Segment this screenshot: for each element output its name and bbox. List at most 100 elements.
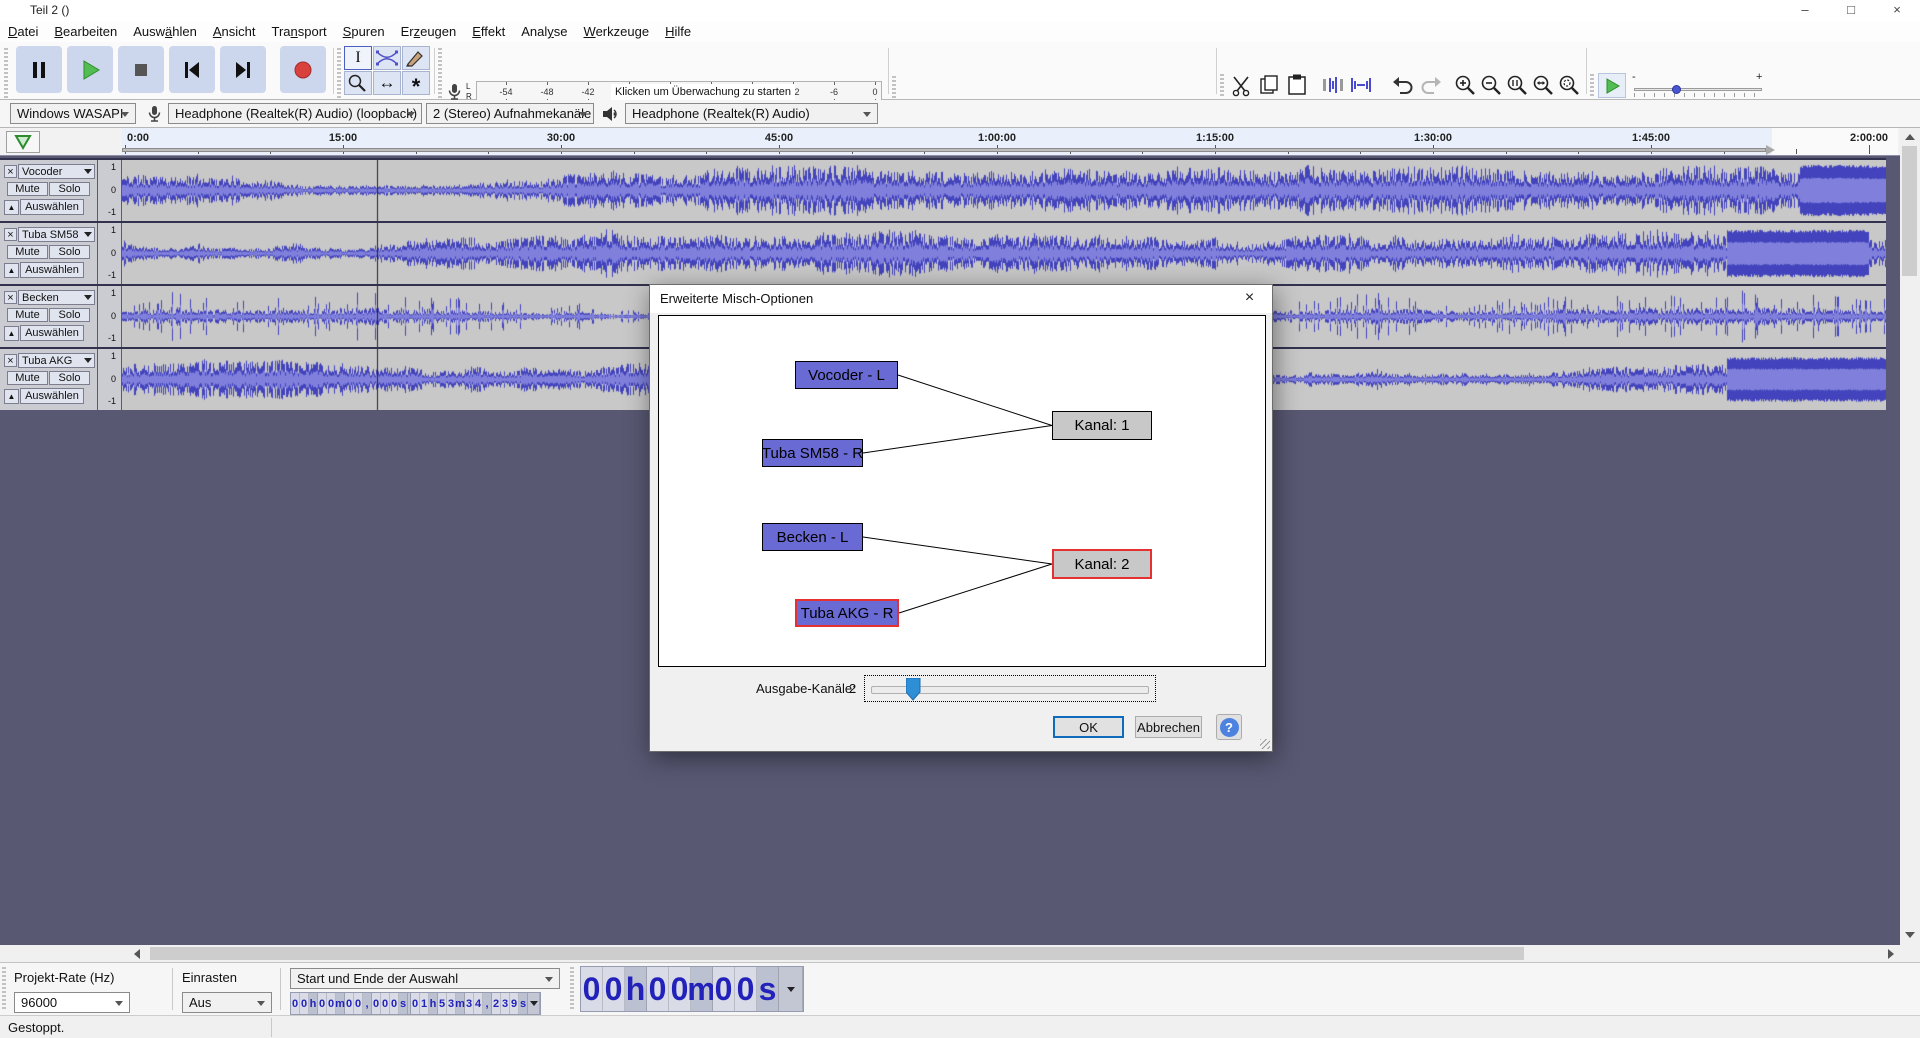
track-solo-button[interactable]: Solo: [49, 245, 90, 259]
time-unit[interactable]: ,: [483, 993, 492, 1014]
horizontal-scrollbar[interactable]: [0, 945, 1920, 962]
play-speed-slider-thumb[interactable]: [1672, 85, 1681, 94]
track-name-menu[interactable]: Becken: [18, 290, 95, 305]
play-speed-slider-track[interactable]: [1634, 88, 1762, 91]
track-collapse-button[interactable]: ▲: [4, 263, 19, 278]
output-channels-slider[interactable]: [864, 675, 1156, 702]
pause-button[interactable]: [16, 46, 62, 93]
time-unit[interactable]: h: [625, 967, 647, 1011]
toolbar-grip[interactable]: [570, 967, 574, 1011]
zoom-tool-button[interactable]: [344, 71, 372, 95]
track-mute-button[interactable]: Mute: [7, 308, 48, 322]
menu-werkzeuge[interactable]: Werkzeuge: [576, 22, 658, 42]
track-select-button[interactable]: Auswählen: [20, 262, 84, 278]
track-select-button[interactable]: Auswählen: [20, 325, 84, 341]
time-digit[interactable]: 0: [345, 993, 354, 1014]
waveform-vocoder[interactable]: [122, 160, 1886, 221]
zoom-out-button[interactable]: [1478, 72, 1504, 98]
menu-spuren[interactable]: Spuren: [335, 22, 393, 42]
chevron-down-icon[interactable]: [779, 967, 803, 1011]
dialog-resize-grip[interactable]: [1260, 739, 1270, 749]
redo-button[interactable]: [1418, 72, 1444, 98]
trim-audio-button[interactable]: [1320, 72, 1346, 98]
track-name-menu[interactable]: Tuba SM58: [18, 227, 95, 242]
track-name-menu[interactable]: Tuba AKG: [18, 353, 95, 368]
scroll-left-arrow[interactable]: [134, 949, 140, 959]
track-close-button[interactable]: ×: [4, 165, 17, 178]
undo-button[interactable]: [1390, 72, 1416, 98]
mixer-track-node[interactable]: Becken - L: [762, 523, 863, 551]
timeline-pin-button[interactable]: [6, 131, 40, 153]
maximize-button[interactable]: □: [1828, 0, 1874, 22]
time-digit[interactable]: 0: [713, 967, 735, 1011]
track-close-button[interactable]: ×: [4, 228, 17, 241]
time-unit[interactable]: m: [456, 993, 465, 1014]
playback-device-select[interactable]: Headphone (Realtek(R) Audio): [625, 103, 878, 124]
mixer-channel-node[interactable]: Kanal: 2: [1052, 549, 1152, 579]
track-collapse-button[interactable]: ▲: [4, 389, 19, 404]
time-digit[interactable]: 0: [603, 967, 625, 1011]
mixer-track-node[interactable]: Vocoder - L: [795, 361, 898, 389]
time-digit[interactable]: 9: [510, 993, 519, 1014]
track-select-button[interactable]: Auswählen: [20, 388, 84, 404]
mixer-track-node[interactable]: Tuba AKG - R: [795, 599, 899, 627]
time-digit[interactable]: 3: [465, 993, 474, 1014]
time-digit[interactable]: 0: [354, 993, 363, 1014]
ok-button[interactable]: OK: [1053, 716, 1124, 738]
time-unit[interactable]: m: [691, 967, 713, 1011]
track-mute-button[interactable]: Mute: [7, 182, 48, 196]
time-digit[interactable]: 1: [420, 993, 429, 1014]
time-digit[interactable]: 4: [474, 993, 483, 1014]
time-digit[interactable]: 0: [411, 993, 420, 1014]
close-button[interactable]: ×: [1874, 0, 1920, 22]
snap-select[interactable]: Aus: [182, 992, 272, 1013]
waveform-tubasm58[interactable]: [122, 223, 1886, 284]
time-digit[interactable]: 0: [647, 967, 669, 1011]
scroll-down-arrow[interactable]: [1905, 932, 1915, 938]
dialog-close-icon[interactable]: ×: [1227, 285, 1272, 313]
menu-hilfe[interactable]: Hilfe: [657, 22, 699, 42]
time-digit[interactable]: 5: [438, 993, 447, 1014]
timeshift-tool-button[interactable]: ↔: [373, 71, 401, 95]
zoom-selection-button[interactable]: [1504, 72, 1530, 98]
zoom-in-button[interactable]: [1452, 72, 1478, 98]
time-digit[interactable]: 0: [381, 993, 390, 1014]
selection-mode-select[interactable]: Start und Ende der Auswahl: [290, 968, 560, 989]
scroll-up-arrow[interactable]: [1905, 134, 1915, 140]
selection-tool-button[interactable]: I: [344, 46, 372, 70]
track-mute-button[interactable]: Mute: [7, 371, 48, 385]
time-digit[interactable]: 0: [372, 993, 381, 1014]
time-unit[interactable]: s: [399, 993, 408, 1014]
zoom-project-button[interactable]: [1530, 72, 1556, 98]
cancel-button[interactable]: Abbrechen: [1135, 716, 1202, 738]
microphone-icon[interactable]: [444, 82, 464, 102]
cut-button[interactable]: [1228, 72, 1254, 98]
stop-button[interactable]: [118, 46, 164, 93]
play-at-speed-button[interactable]: [1598, 73, 1626, 98]
time-unit[interactable]: m: [336, 993, 345, 1014]
menu-auswhlen[interactable]: Auswählen: [125, 22, 205, 42]
time-unit[interactable]: ,: [363, 993, 372, 1014]
chevron-down-icon[interactable]: [528, 993, 540, 1014]
draw-tool-button[interactable]: [402, 46, 430, 70]
menu-effekt[interactable]: Effekt: [464, 22, 513, 42]
recording-channels-select[interactable]: 2 (Stereo) Aufnahmekanäle: [426, 103, 594, 124]
track-name-menu[interactable]: Vocoder: [18, 164, 95, 179]
track-mute-button[interactable]: Mute: [7, 245, 48, 259]
toolbar-grip[interactable]: [1590, 74, 1594, 98]
track-collapse-button[interactable]: ▲: [4, 326, 19, 341]
horizontal-scroll-thumb[interactable]: [150, 947, 1524, 960]
toolbar-grip[interactable]: [337, 48, 341, 98]
track-close-button[interactable]: ×: [4, 354, 17, 367]
time-digit[interactable]: 0: [735, 967, 757, 1011]
track-select-button[interactable]: Auswählen: [20, 199, 84, 215]
scroll-right-arrow[interactable]: [1888, 949, 1894, 959]
time-unit[interactable]: s: [519, 993, 528, 1014]
recording-device-select[interactable]: Headphone (Realtek(R) Audio) (loopback): [168, 103, 422, 124]
project-rate-select[interactable]: 96000: [14, 992, 130, 1013]
paste-button[interactable]: [1284, 72, 1310, 98]
vertical-scrollbar[interactable]: [1900, 128, 1920, 945]
time-digit[interactable]: 2: [492, 993, 501, 1014]
menu-ansicht[interactable]: Ansicht: [205, 22, 264, 42]
record-button[interactable]: [280, 46, 326, 93]
